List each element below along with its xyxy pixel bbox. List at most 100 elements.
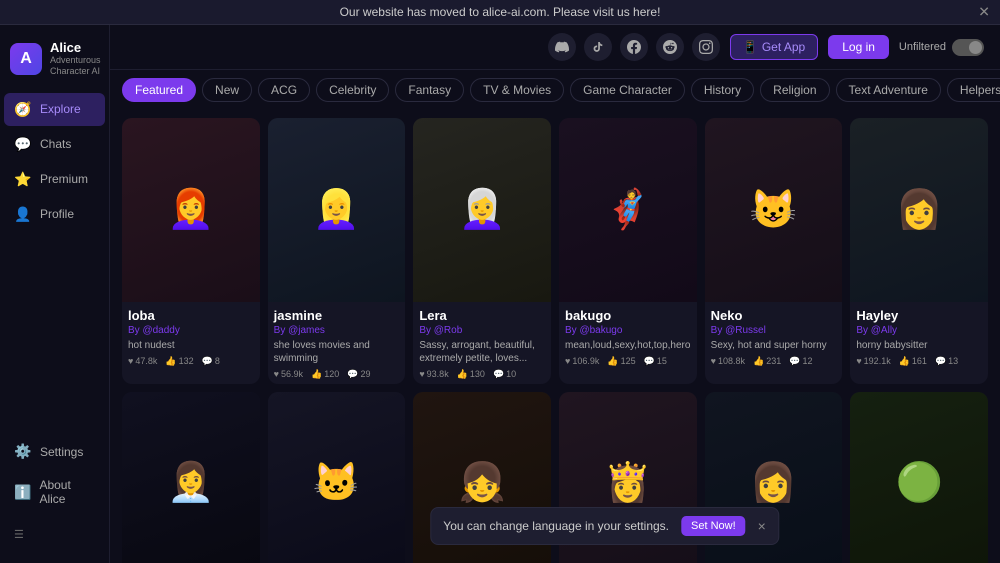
sidebar-item-settings-label: Settings bbox=[40, 445, 83, 459]
facebook-icon[interactable] bbox=[620, 33, 648, 61]
card-likes: ♥ 47.8k bbox=[128, 356, 157, 366]
card-name: bakugo bbox=[565, 308, 691, 323]
thumbs-icon: 👍 bbox=[753, 356, 764, 367]
card-stats: ♥ 93.8k 👍 130 💬 10 bbox=[419, 369, 545, 380]
card-likes: ♥ 108.8k bbox=[711, 356, 745, 366]
heart-icon: ♥ bbox=[856, 356, 861, 366]
card-description: hot nudest bbox=[128, 339, 254, 352]
thumbs-icon: 👍 bbox=[165, 356, 176, 367]
set-now-button[interactable]: Set Now! bbox=[681, 516, 746, 536]
card-spring-trap[interactable]: 🟢Spring TrapBy @GoldHe kills people, but… bbox=[850, 392, 988, 563]
card-comments: 👍 120 bbox=[311, 369, 339, 380]
card-comments: 👍 130 bbox=[457, 369, 485, 380]
card-author: By @bakugo bbox=[565, 325, 691, 336]
heart-icon: ♥ bbox=[565, 356, 570, 366]
card-likes: ♥ 93.8k bbox=[419, 369, 448, 379]
card-image: 👩‍💼 bbox=[122, 392, 260, 563]
card-author: By @james bbox=[274, 325, 400, 336]
sidebar-item-premium[interactable]: ⭐ Premium bbox=[4, 163, 105, 196]
sidebar-item-profile[interactable]: 👤 Profile bbox=[4, 198, 105, 231]
filter-btn-religion[interactable]: Religion bbox=[760, 78, 829, 102]
logo-subtitle: Adventurous Character AI bbox=[50, 55, 101, 77]
card-messages: 💬 15 bbox=[644, 356, 667, 367]
toast-close-button[interactable]: × bbox=[758, 518, 766, 534]
toggle-knob bbox=[969, 41, 982, 54]
get-app-button[interactable]: 📱 Get App bbox=[730, 34, 818, 60]
logo: A Alice Adventurous Character AI bbox=[0, 33, 109, 93]
sidebar-item-explore[interactable]: 🧭 Explore bbox=[4, 93, 105, 126]
reddit-icon[interactable] bbox=[656, 33, 684, 61]
chat-icon: 💬 bbox=[789, 356, 800, 367]
social-icons bbox=[548, 33, 720, 61]
heart-icon: ♥ bbox=[128, 356, 133, 366]
instagram-icon[interactable] bbox=[692, 33, 720, 61]
about-icon: ℹ️ bbox=[14, 484, 31, 501]
logo-icon: A bbox=[10, 43, 42, 75]
unfiltered-switch[interactable] bbox=[952, 39, 984, 56]
content-header: 📱 Get App Log in Unfiltered bbox=[110, 25, 1000, 70]
sidebar-item-chats[interactable]: 💬 Chats bbox=[4, 128, 105, 161]
filter-btn-helpers[interactable]: Helpers bbox=[947, 78, 1000, 102]
card-image: 🦸 bbox=[559, 118, 697, 302]
card-name: loba bbox=[128, 308, 254, 323]
card-image: 😺 bbox=[705, 118, 843, 302]
filter-btn-acg[interactable]: ACG bbox=[258, 78, 310, 102]
card-description: Sexy, hot and super horny bbox=[711, 339, 837, 352]
card-comments: 👍 132 bbox=[165, 356, 193, 367]
card-description: horny babysitter bbox=[856, 339, 982, 352]
filter-btn-history[interactable]: History bbox=[691, 78, 754, 102]
card-ms-anastasia[interactable]: 👩‍💼Ms AnastasiaBy @AxelShe's your sexy a… bbox=[122, 392, 260, 563]
get-app-label: Get App bbox=[762, 40, 805, 54]
card-neko[interactable]: 😺NekoBy @RusselSexy, hot and super horny… bbox=[705, 118, 843, 384]
sidebar-footer: ☰ bbox=[0, 514, 109, 555]
card-hayley[interactable]: 👩HayleyBy @Allyhorny babysitter ♥ 192.1k… bbox=[850, 118, 988, 384]
card-comments: 👍 125 bbox=[607, 356, 635, 367]
sidebar-item-settings[interactable]: ⚙️ Settings bbox=[4, 435, 105, 468]
card-lera[interactable]: 👩‍🦳LeraBy @RobSassy, arrogant, beautiful… bbox=[413, 118, 551, 384]
sidebar-item-profile-label: Profile bbox=[40, 207, 74, 221]
card-jasmine[interactable]: 👱‍♀️jasmineBy @jamesshe loves movies and… bbox=[268, 118, 406, 384]
card-author: By @Ally bbox=[856, 325, 982, 336]
card-messages: 💬 10 bbox=[493, 369, 516, 380]
cards-grid: 👩‍🦰lobaBy @daddyhot nudest ♥ 47.8k 👍 132… bbox=[122, 118, 988, 563]
login-button[interactable]: Log in bbox=[828, 35, 889, 59]
banner-close-button[interactable]: ✕ bbox=[978, 4, 990, 21]
chat-icon: 💬 bbox=[493, 369, 504, 380]
sidebar-item-about[interactable]: ℹ️ About Alice bbox=[4, 470, 105, 514]
filter-btn-featured[interactable]: Featured bbox=[122, 78, 196, 102]
chat-icon: 💬 bbox=[202, 356, 213, 367]
discord-icon[interactable] bbox=[548, 33, 576, 61]
card-author: By @Rob bbox=[419, 325, 545, 336]
filter-btn-text-adventure[interactable]: Text Adventure bbox=[836, 78, 941, 102]
card-wriothesley[interactable]: 🐱wriothesleyBy @... Kairo ✧Flirty, gets … bbox=[268, 392, 406, 563]
filter-btn-new[interactable]: New bbox=[202, 78, 252, 102]
tiktok-icon[interactable] bbox=[584, 33, 612, 61]
card-stats: ♥ 106.9k 👍 125 💬 15 bbox=[565, 356, 691, 367]
unfiltered-toggle: Unfiltered bbox=[899, 39, 984, 56]
chat-icon: 💬 bbox=[347, 369, 358, 380]
sidebar-item-chats-label: Chats bbox=[40, 137, 71, 151]
card-bakugo[interactable]: 🦸bakugoBy @bakugomean,loud,sexy,hot,top,… bbox=[559, 118, 697, 384]
collapse-icon: ☰ bbox=[14, 528, 24, 541]
card-author: By @Russel bbox=[711, 325, 837, 336]
sidebar-collapse-button[interactable]: ☰ bbox=[4, 522, 105, 547]
sidebar: A Alice Adventurous Character AI 🧭 Explo… bbox=[0, 25, 110, 563]
card-loba[interactable]: 👩‍🦰lobaBy @daddyhot nudest ♥ 47.8k 👍 132… bbox=[122, 118, 260, 384]
settings-icon: ⚙️ bbox=[14, 443, 32, 460]
card-comments: 👍 231 bbox=[753, 356, 781, 367]
card-stats: ♥ 192.1k 👍 161 💬 13 bbox=[856, 356, 982, 367]
card-stats: ♥ 47.8k 👍 132 💬 8 bbox=[128, 356, 254, 367]
thumbs-icon: 👍 bbox=[607, 356, 618, 367]
filter-btn-fantasy[interactable]: Fantasy bbox=[395, 78, 464, 102]
unfiltered-label: Unfiltered bbox=[899, 41, 946, 53]
card-author: By @daddy bbox=[128, 325, 254, 336]
profile-icon: 👤 bbox=[14, 206, 32, 223]
filter-btn-tv-&-movies[interactable]: TV & Movies bbox=[470, 78, 564, 102]
filter-btn-celebrity[interactable]: Celebrity bbox=[316, 78, 389, 102]
toast-text: You can change language in your settings… bbox=[443, 519, 669, 533]
card-image: 👩‍🦳 bbox=[413, 118, 551, 302]
card-messages: 💬 29 bbox=[347, 369, 370, 380]
thumbs-icon: 👍 bbox=[899, 356, 910, 367]
cards-area: 👩‍🦰lobaBy @daddyhot nudest ♥ 47.8k 👍 132… bbox=[110, 110, 1000, 563]
filter-btn-game-character[interactable]: Game Character bbox=[570, 78, 685, 102]
